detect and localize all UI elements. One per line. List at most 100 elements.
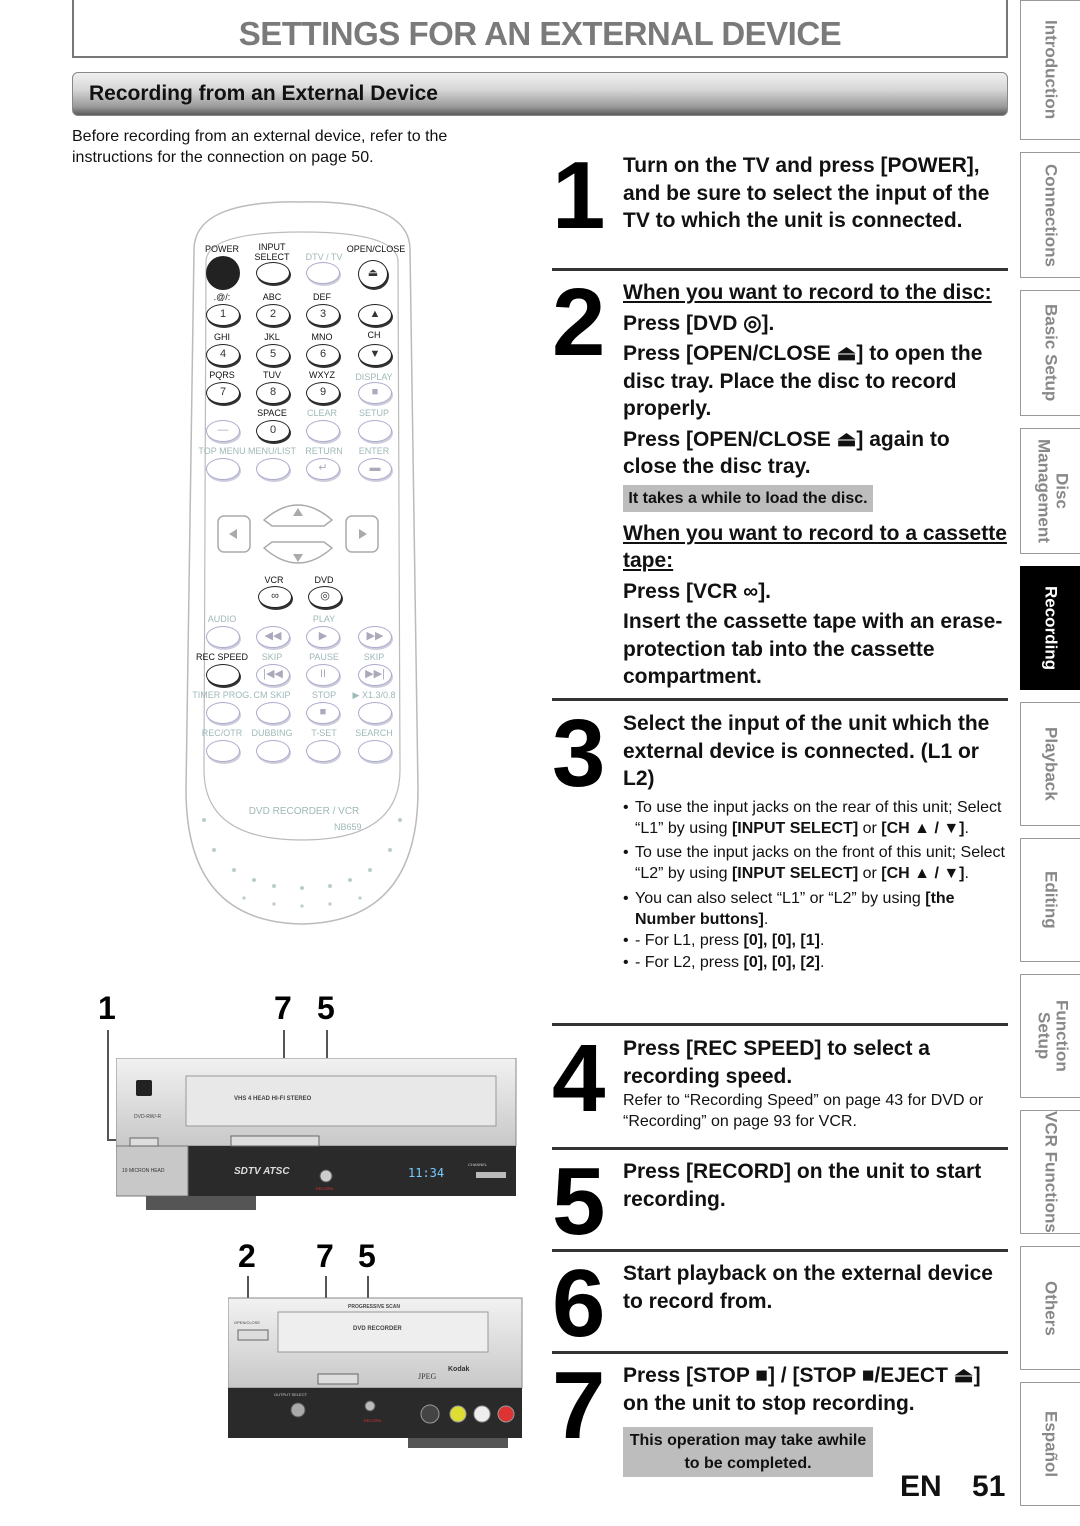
step-1: 1 Turn on the TV and press [POWER], and …: [552, 148, 1008, 244]
skip-back-label: SKIP: [261, 652, 283, 662]
callout-1: 1: [98, 990, 116, 1026]
timer-prog-button[interactable]: [206, 702, 240, 724]
page-title: SETTINGS FOR AN EXTERNAL DEVICE: [238, 15, 842, 52]
dvd-recorder-front: PROGRESSIVE SCAN DVD RECORDER OPEN/CLOSE…: [227, 1288, 526, 1448]
step-6-text: Start playback on the external device to…: [623, 1262, 993, 1313]
tab-connections[interactable]: Connections: [1020, 152, 1080, 278]
tab-basic-setup[interactable]: Basic Setup: [1020, 290, 1080, 416]
input-select-button[interactable]: [256, 262, 290, 284]
pause-button[interactable]: II: [306, 664, 340, 686]
step-6: 6 Start playback on the external device …: [552, 1256, 1008, 1352]
tab-label: Basic Setup: [1041, 304, 1061, 402]
key-7[interactable]: 7: [206, 382, 240, 404]
dubbing-button[interactable]: [256, 740, 290, 762]
skip-back-button[interactable]: |◀◀: [256, 664, 290, 686]
tab-label: Introduction: [1041, 20, 1061, 120]
dtv-label: DTV / TV: [305, 252, 343, 262]
key-9[interactable]: 9: [306, 382, 340, 404]
dtv-tv-button[interactable]: [306, 262, 340, 284]
display-button[interactable]: ■: [358, 382, 392, 404]
key-6[interactable]: 6: [306, 344, 340, 366]
vcr-head-label: 19 MICRON HEAD: [122, 1168, 165, 1174]
key-5[interactable]: 5: [256, 344, 290, 366]
tab-editing[interactable]: Editing: [1020, 838, 1080, 962]
ch-up-button[interactable]: ▲: [358, 304, 392, 326]
vcr-clock-display: 11:34: [408, 1166, 445, 1180]
top-menu-button[interactable]: [206, 458, 240, 480]
play-button[interactable]: ▶: [306, 626, 340, 648]
rec-otr-button[interactable]: [206, 740, 240, 762]
key-3[interactable]: 3: [306, 304, 340, 326]
ch-label: CH: [367, 330, 381, 340]
divider: [552, 1351, 1008, 1354]
callout-7: 7: [274, 990, 292, 1026]
vcr-tuner-logo: SDTV ATSC: [234, 1166, 290, 1177]
search-label: SEARCH: [355, 728, 393, 738]
ch-down-button[interactable]: ▼: [358, 344, 392, 366]
skip-forward-label: SKIP: [363, 652, 385, 662]
tab-playback[interactable]: Playback: [1020, 702, 1080, 826]
rewind-button[interactable]: ◀◀: [256, 626, 290, 648]
step-number: 5: [552, 1148, 606, 1255]
key-2[interactable]: 2: [256, 304, 290, 326]
step-7: 7 Press [STOP ■] / [STOP ■/EJECT ⏏] on t…: [552, 1358, 1008, 1485]
return-button[interactable]: ↵: [306, 458, 340, 480]
divider: [552, 268, 1008, 271]
disc-heading: When you want to record to the disc:: [623, 281, 992, 304]
cm-skip-button[interactable]: [256, 702, 290, 724]
step-3-text: Select the input of the unit which the e…: [623, 712, 990, 790]
tab-label: Recording: [1041, 585, 1061, 671]
display-label: DISPLAY: [355, 372, 393, 382]
step-2: 2 When you want to record to the disc: P…: [552, 269, 1008, 691]
bullet-number: You can also select “L1” or “L2” by usin…: [623, 888, 1008, 931]
dvd-deck-label: DVD RECORDER: [353, 1326, 402, 1332]
speed-button[interactable]: [358, 702, 392, 724]
power-button[interactable]: [206, 256, 240, 290]
page-number: EN 51: [900, 1470, 1006, 1503]
key-1[interactable]: 1: [206, 304, 240, 326]
tab-label: Español: [1041, 1410, 1061, 1478]
tab-recording[interactable]: Recording: [1020, 566, 1080, 690]
key-4[interactable]: 4: [206, 344, 240, 366]
step-1-text: Turn on the TV and press [POWER], and be…: [623, 154, 990, 232]
tab-label: Others: [1041, 1280, 1061, 1336]
step-5-text: Press [RECORD] on the unit to start reco…: [623, 1160, 982, 1211]
menu-list-button[interactable]: [256, 458, 290, 480]
step-3-bullets: To use the input jacks on the rear of th…: [623, 797, 1008, 974]
tab-disc-management[interactable]: Disc Management: [1020, 428, 1080, 554]
rec-speed-button[interactable]: [206, 664, 240, 686]
clear-button[interactable]: [306, 420, 340, 442]
dvd-unit-graphic: [227, 1297, 523, 1448]
tab-label: Function Setup: [1034, 1000, 1072, 1072]
l2-instruction: - For L2, press [0], [0], [2].: [623, 952, 1008, 974]
vcr-recorder-front: DVD-RW/-R VHS 4 HEAD HI-FI STEREO 19 MIC…: [115, 1057, 526, 1218]
open-close-button[interactable]: ⏏: [358, 260, 388, 288]
vcr-button[interactable]: ∞: [258, 586, 292, 608]
tset-button[interactable]: [306, 740, 340, 762]
enter-button[interactable]: ▬: [358, 458, 392, 480]
key-0[interactable]: 0: [256, 420, 290, 442]
skip-forward-button[interactable]: ▶▶|: [358, 664, 392, 686]
tab-espanol[interactable]: Español: [1020, 1382, 1080, 1506]
step-number: 1: [552, 142, 606, 249]
fast-forward-button[interactable]: ▶▶: [358, 626, 392, 648]
callout-2: 2: [238, 1238, 256, 1274]
setup-button[interactable]: [358, 420, 392, 442]
clear-label: CLEAR: [306, 408, 337, 418]
dash-button[interactable]: —: [206, 420, 240, 442]
tab-introduction[interactable]: Introduction: [1020, 0, 1080, 140]
input-select-label: INPUT SELECT: [254, 242, 290, 262]
tab-function-setup[interactable]: Function Setup: [1020, 974, 1080, 1098]
step-4-sub: Refer to “Recording Speed” on page 43 fo…: [623, 1092, 984, 1130]
search-button[interactable]: [358, 740, 392, 762]
dvd-button[interactable]: ◎: [308, 586, 342, 608]
step-4: 4 Press [REC SPEED] to select a recordin…: [552, 1031, 1008, 1132]
audio-button[interactable]: [206, 626, 240, 648]
tab-others[interactable]: Others: [1020, 1246, 1080, 1370]
key-8[interactable]: 8: [256, 382, 290, 404]
step-number: 2: [552, 269, 606, 376]
tab-vcr-functions[interactable]: VCR Functions: [1020, 1110, 1080, 1234]
step-3: 3 Select the input of the unit which the…: [552, 706, 1008, 974]
key-6-label: MNO: [311, 332, 333, 342]
stop-button[interactable]: ■: [306, 702, 340, 724]
